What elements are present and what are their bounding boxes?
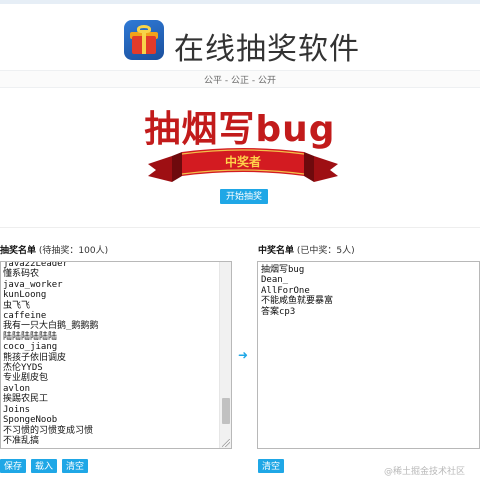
list-item: caffeine xyxy=(3,311,47,322)
watermark-text: @稀土掘金技术社区 xyxy=(384,467,466,477)
list-item: 不准乱搞 xyxy=(3,435,40,446)
pending-list-title: 抽奖名单 xyxy=(0,246,37,256)
list-item: AllForOne xyxy=(261,285,310,296)
winner-count: (已中奖：5人) xyxy=(296,246,355,256)
list-item: 抽烟写bug xyxy=(261,265,305,275)
start-draw-button[interactable]: 开始抽奖 xyxy=(220,189,268,204)
list-item: coco_jiang xyxy=(3,342,58,353)
banner-text: 中奖者 xyxy=(225,154,261,169)
list-item: avlon xyxy=(3,383,31,394)
pending-list-lines: java22Leader 懂系码农 java_worker kunLoong 虫飞飞 ca… xyxy=(3,262,99,446)
section-divider xyxy=(0,227,480,228)
list-item: 我有一只大白鹅_鹅鹅鹅 xyxy=(3,321,99,332)
arrow-right-icon: ➜ xyxy=(238,348,249,362)
list-item: Dean_ xyxy=(261,275,289,286)
pending-list-textarea[interactable]: java22Leader 懂系码农 java_worker kunLoong 虫飞飞 ca… xyxy=(0,261,232,449)
list-item: java_worker xyxy=(3,279,63,290)
list-item: 专业剧皮包 xyxy=(3,373,49,384)
slogan-text: 公平 - 公正 - 公开 xyxy=(204,76,276,86)
list-item: 挨踢农民工 xyxy=(3,394,49,405)
prize-title: 抽烟写bug xyxy=(144,109,336,150)
top-accent-line xyxy=(0,0,480,4)
site-header: 在线抽奖软件 xyxy=(0,10,480,72)
pending-count: (待抽奖：100人) xyxy=(38,246,109,256)
list-item: SpongeNoob xyxy=(3,415,58,426)
winner-list-lines: 抽烟写bug Dean_ AllForOne 不能咸鱼就要暴富 答案cp3 xyxy=(261,265,333,317)
gift-box-icon xyxy=(124,20,164,60)
list-item: 不习惯的习惯变成习惯 xyxy=(3,425,94,436)
list-item: kunLoong xyxy=(3,290,47,301)
scrollbar-thumb[interactable] xyxy=(222,398,230,424)
list-item: Joins xyxy=(3,404,31,415)
pending-list-label: 抽奖名单 (待抽奖：100人) xyxy=(0,243,108,256)
load-button[interactable]: 载入 xyxy=(31,459,57,473)
list-item: 杰伦YYDS xyxy=(3,363,43,374)
winner-list-title: 中奖名单 xyxy=(258,246,295,256)
list-item: 虫飞飞 xyxy=(3,300,31,311)
list-item: 熊孩子依旧调皮 xyxy=(3,352,67,363)
list-item: 不能咸鱼就要暴富 xyxy=(261,296,334,307)
list-item: 懂系码农 xyxy=(3,269,40,280)
winner-list-textarea[interactable]: 抽烟写bug Dean_ AllForOne 不能咸鱼就要暴富 答案cp3 xyxy=(257,261,480,449)
winner-list-label: 中奖名单 (已中奖：5人) xyxy=(258,243,355,256)
pending-list-scrollbar[interactable] xyxy=(219,262,231,448)
winner-ribbon-banner: 中奖者 xyxy=(148,148,338,182)
clear-pending-button[interactable]: 清空 xyxy=(62,459,88,473)
resize-grip-icon[interactable] xyxy=(222,439,230,447)
site-title: 在线抽奖软件 xyxy=(174,32,360,67)
save-button[interactable]: 保存 xyxy=(0,459,26,473)
list-item: 答案cp3 xyxy=(261,306,296,317)
clear-winner-button[interactable]: 清空 xyxy=(258,459,284,473)
list-item: 陆陆陆陆陆陆 xyxy=(3,331,58,342)
